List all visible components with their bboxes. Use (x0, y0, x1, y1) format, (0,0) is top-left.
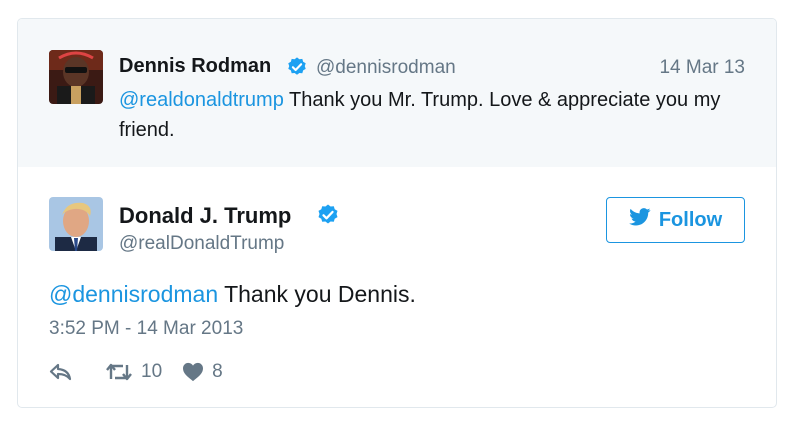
tweet-body: Thank you Dennis. (218, 281, 416, 307)
avatar-dennis-rodman[interactable] (49, 50, 103, 104)
heart-icon (182, 362, 204, 382)
verified-icon (316, 203, 340, 232)
tweet-text: @dennisrodman Thank you Dennis. (49, 281, 416, 308)
tweet-timestamp[interactable]: 3:52 PM - 14 Mar 2013 (49, 318, 243, 340)
mention-link[interactable]: @realdonaldtrump (119, 89, 284, 111)
retweet-icon (105, 362, 133, 382)
retweet-count: 10 (141, 361, 163, 382)
avatar-donald-trump[interactable] (49, 197, 103, 251)
parent-tweet[interactable]: Dennis Rodman @dennisrodman 14 Mar 13 @r… (18, 19, 776, 167)
verified-icon (286, 56, 308, 83)
reply-icon (49, 362, 73, 382)
retweet-button[interactable]: 10 (105, 361, 162, 383)
like-button[interactable]: 8 (182, 361, 223, 383)
reply-button[interactable] (49, 362, 73, 382)
parent-tweet-text: @realdonaldtrump Thank you Mr. Trump. Lo… (119, 85, 739, 145)
parent-author-handle[interactable]: @dennisrodman (316, 57, 456, 79)
like-count: 8 (212, 361, 223, 382)
tweet-actions: 10 8 (49, 360, 223, 384)
follow-label: Follow (658, 208, 723, 231)
follow-button[interactable]: Follow (606, 197, 745, 243)
twitter-bird-icon (629, 208, 651, 232)
parent-tweet-date[interactable]: 14 Mar 13 (659, 57, 745, 79)
embedded-tweet-card: Dennis Rodman @dennisrodman 14 Mar 13 @r… (17, 18, 777, 408)
author-handle[interactable]: @realDonaldTrump (119, 233, 284, 255)
author-name[interactable]: Donald J. Trump (119, 203, 291, 229)
mention-link[interactable]: @dennisrodman (49, 281, 218, 307)
parent-author-name[interactable]: Dennis Rodman (119, 55, 271, 78)
